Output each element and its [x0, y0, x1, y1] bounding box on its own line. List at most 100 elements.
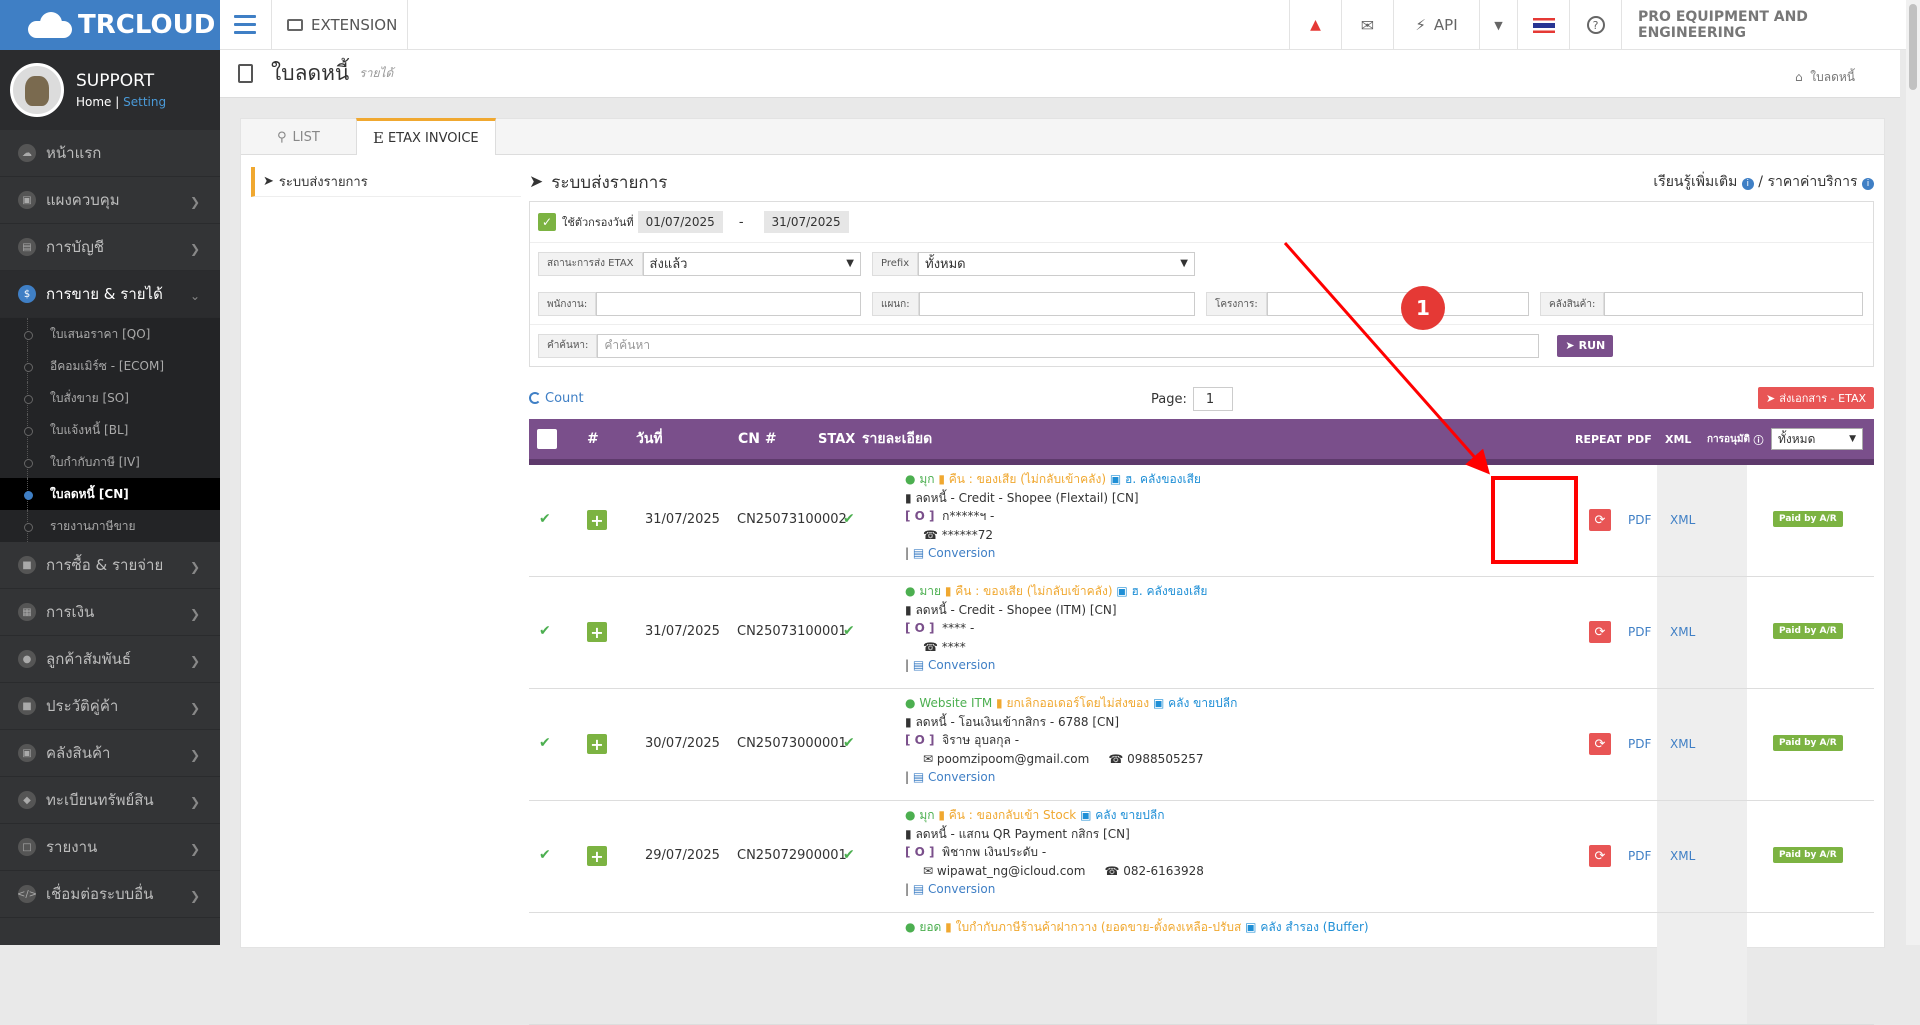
row-account: ลดหนี้ - Credit - Shopee (Flextail) [CN]: [915, 490, 1139, 505]
logo-text: TRCLOUD: [78, 10, 216, 40]
count-link[interactable]: Count: [529, 391, 584, 406]
conversion-link[interactable]: Conversion: [928, 770, 995, 784]
sidebar-item-partner-history[interactable]: ■ ประวัติคู่ค้า ❯: [0, 683, 220, 730]
submenu-quotation[interactable]: ใบเสนอราคา [QO]: [0, 318, 220, 350]
status-filter-select[interactable]: ทั้งหมด ▼: [1771, 428, 1863, 450]
sidebar-item-assets[interactable]: ◆ ทะเบียนทรัพย์สิน ❯: [0, 777, 220, 824]
prefix-select[interactable]: ทั้งหมด ▼: [918, 251, 1195, 276]
api-button[interactable]: ⚡ API: [1393, 0, 1479, 50]
dropdown-button[interactable]: ▼: [1479, 0, 1517, 50]
pdf-link[interactable]: PDF: [1628, 737, 1651, 751]
help-button[interactable]: ?: [1569, 0, 1621, 50]
user-icon: ●: [905, 696, 916, 710]
conversion-link[interactable]: Conversion: [928, 882, 995, 896]
learn-more-link[interactable]: เรียนรู้เพิ่มเติม: [1653, 174, 1737, 190]
table-row: ✔ + 31/07/2025 CN25073100002 ✔ ● มุก ▮ ค…: [529, 465, 1874, 577]
sidebar-item-home[interactable]: ☁ หน้าแรก: [0, 130, 220, 177]
sidebar-item-reports[interactable]: □ รายงาน ❯: [0, 824, 220, 871]
sidebar-item-label: แผงควบคุม: [46, 191, 120, 209]
company-switcher[interactable]: PRO EQUIPMENT AND ENGINEERING: [1621, 0, 1920, 50]
paper-plane-icon: ➤: [1766, 391, 1776, 405]
expand-button[interactable]: +: [587, 734, 607, 754]
search-input[interactable]: คำค้นหา: [597, 333, 1540, 358]
submenu-tax-invoice[interactable]: ใบกำกับภาษี [IV]: [0, 446, 220, 478]
row-cn[interactable]: CN25073000001: [737, 736, 847, 751]
date-filter-checkbox[interactable]: ✓: [538, 213, 556, 231]
repeat-button[interactable]: ⟳: [1589, 845, 1611, 867]
announcement-button[interactable]: ▲: [1289, 0, 1341, 50]
tab-list[interactable]: ⚲ LIST: [261, 119, 336, 155]
row-detail: ● Website ITM ▮ ยกเลิกออเดอร์โดยไม่ส่งขอ…: [905, 696, 1238, 784]
sidebar-item-crm[interactable]: ● ลูกค้าสัมพันธ์ ❯: [0, 636, 220, 683]
chevron-right-icon: ❯: [189, 889, 200, 903]
leftnav-label: ระบบส่งรายการ: [278, 175, 368, 190]
warehouse-input[interactable]: [1604, 292, 1863, 316]
xml-link[interactable]: XML: [1670, 513, 1695, 527]
select-all-checkbox[interactable]: [537, 429, 557, 449]
sidebar-item-finance[interactable]: ▦ การเงิน ❯: [0, 589, 220, 636]
menu-toggle-icon[interactable]: [234, 15, 256, 34]
project-input[interactable]: [1266, 292, 1529, 316]
date-to-input[interactable]: 31/07/2025: [763, 211, 849, 233]
date-from-input[interactable]: 01/07/2025: [637, 211, 723, 233]
row-cn[interactable]: CN25073100001: [737, 624, 847, 639]
home-link[interactable]: Home: [76, 95, 111, 109]
submenu-sales-order[interactable]: ใบสั่งขาย [SO]: [0, 382, 220, 414]
pdf-link[interactable]: PDF: [1628, 513, 1651, 527]
sidebar-item-integrations[interactable]: </> เชื่อมต่อระบบอื่น ❯: [0, 871, 220, 918]
chevron-right-icon: ❯: [189, 242, 200, 256]
table-header: # วันที่ CN # STAX รายละเอียด REPEAT PDF…: [529, 419, 1874, 465]
sidebar-item-accounting[interactable]: ▤ การบัญชี ❯: [0, 224, 220, 271]
xml-link[interactable]: XML: [1670, 849, 1695, 863]
pdf-link[interactable]: PDF: [1628, 625, 1651, 639]
submenu-ecom[interactable]: อีคอมเมิร์ซ - [ECOM]: [0, 350, 220, 382]
phone-icon: ☎: [923, 639, 938, 654]
sidebar-item-purchase[interactable]: ■ การซื้อ & รายจ่าย ❯: [0, 542, 220, 589]
setting-link[interactable]: Setting: [123, 95, 166, 109]
repeat-button[interactable]: ⟳: [1589, 621, 1611, 643]
employee-input[interactable]: [596, 292, 861, 316]
breadcrumb[interactable]: ⌂ ใบลดหนี้: [1795, 68, 1855, 87]
repeat-button[interactable]: ⟳: [1589, 509, 1611, 531]
status-badge: Paid by A/R: [1773, 623, 1843, 639]
submenu-billing[interactable]: ใบแจ้งหนี้ [BL]: [0, 414, 220, 446]
conversion-link[interactable]: Conversion: [928, 546, 995, 560]
refresh-icon: ⟳: [1594, 848, 1606, 864]
sidebar-item-inventory[interactable]: ▣ คลังสินค้า ❯: [0, 730, 220, 777]
scrollbar[interactable]: [1906, 0, 1920, 945]
submenu-sales-tax-report[interactable]: รายงานภาษีขาย: [0, 510, 220, 542]
repeat-button[interactable]: ⟳: [1589, 733, 1611, 755]
xml-link[interactable]: XML: [1670, 737, 1695, 751]
extension-button[interactable]: EXTENSION: [271, 0, 408, 50]
department-input[interactable]: [918, 292, 1195, 316]
sidebar-item-dashboard[interactable]: ▣ แผงควบคุม ❯: [0, 177, 220, 224]
row-cn[interactable]: CN25073100002: [737, 512, 847, 527]
submenu-credit-note[interactable]: ใบลดหนี้ [CN]: [0, 478, 220, 510]
avatar[interactable]: [10, 63, 64, 117]
send-etax-button[interactable]: ➤ ส่งเอกสาร - ETAX: [1758, 387, 1874, 409]
warehouse-label: คลังสินค้า:: [1540, 292, 1605, 316]
envelope-icon: ✉: [923, 751, 934, 766]
page-input[interactable]: 1: [1192, 387, 1233, 411]
content-title: ระบบส่งรายการ: [551, 172, 668, 193]
header-date[interactable]: วันที่: [636, 419, 663, 459]
language-button[interactable]: [1517, 0, 1569, 50]
scrollbar-thumb[interactable]: [1909, 4, 1917, 90]
pricing-link[interactable]: ราคาค่าบริการ: [1767, 174, 1857, 190]
header-cn[interactable]: CN #: [738, 419, 777, 459]
etax-status-select[interactable]: ส่งแล้ว ▼: [642, 251, 861, 276]
pdf-link[interactable]: PDF: [1628, 849, 1651, 863]
expand-button[interactable]: +: [587, 622, 607, 642]
caret-down-icon: ▼: [1494, 18, 1503, 32]
expand-button[interactable]: +: [587, 846, 607, 866]
run-button[interactable]: ➤ RUN: [1557, 334, 1614, 357]
expand-button[interactable]: +: [587, 510, 607, 530]
logo[interactable]: TRCLOUD: [0, 0, 220, 50]
mail-button[interactable]: ✉: [1341, 0, 1393, 50]
xml-link[interactable]: XML: [1670, 625, 1695, 639]
tab-etax-invoice[interactable]: E ETAX INVOICE: [356, 118, 496, 155]
row-cn[interactable]: CN25072900001: [737, 848, 847, 863]
leftnav-send-list[interactable]: ➤ ระบบส่งรายการ: [251, 167, 521, 197]
sidebar-item-sales[interactable]: $ การขาย & รายได้ ⌄: [0, 271, 220, 318]
conversion-link[interactable]: Conversion: [928, 658, 995, 672]
